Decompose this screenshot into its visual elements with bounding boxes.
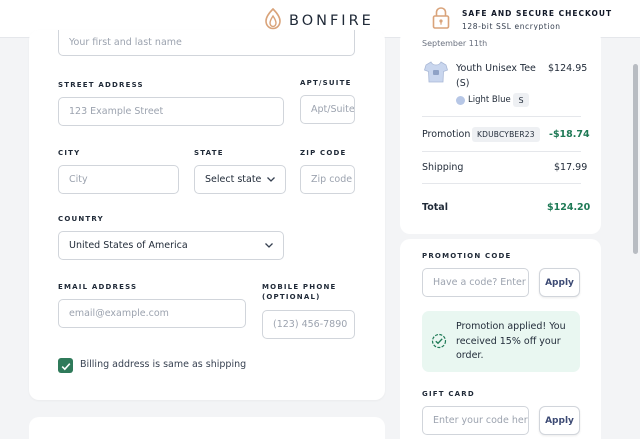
payment-card <box>29 417 385 439</box>
item-name: Youth Unisex Tee <box>456 63 536 74</box>
country-label: COUNTRY <box>58 215 104 223</box>
item-color-swatch <box>456 96 465 105</box>
total-label: Total <box>422 202 448 213</box>
mobile-phone-label: MOBILE PHONE <box>262 283 337 291</box>
check-icon <box>61 356 71 375</box>
email-input[interactable]: email@example.com <box>58 299 246 328</box>
item-size-badge: S <box>513 93 529 107</box>
promotion-label: Promotion <box>422 129 471 140</box>
billing-same-label[interactable]: Billing address is same as shipping <box>80 359 246 370</box>
promotion-code-label: PROMOTION CODE <box>422 252 512 260</box>
summary-divider <box>422 116 581 117</box>
summary-divider <box>422 151 581 152</box>
secure-title: SAFE AND SECURE CHECKOUT <box>462 9 613 18</box>
state-label: STATE <box>194 149 224 157</box>
promotion-code-badge: KDUBCYBER23 <box>472 127 540 142</box>
apt-suite-label: APT/SUITE <box>300 79 352 87</box>
street-address-label: STREET ADDRESS <box>58 81 144 89</box>
promotion-success-alert: Promotion applied! You received 15% off … <box>422 311 580 372</box>
city-label: CITY <box>58 149 81 157</box>
summary-divider <box>422 183 581 184</box>
street-address-input[interactable]: 123 Example Street <box>58 97 284 126</box>
brand-name: BONFIRE <box>289 13 374 29</box>
city-input[interactable]: City <box>58 165 179 194</box>
scrollbar-thumb[interactable] <box>633 64 638 254</box>
zip-code-label: ZIP CODE <box>300 149 347 157</box>
item-color-name: Light Blue <box>468 95 511 105</box>
chevron-down-icon <box>264 241 274 252</box>
apply-promotion-button[interactable]: Apply <box>539 268 580 297</box>
item-name-size: (S) <box>456 78 470 89</box>
mobile-phone-optional-label: (OPTIONAL) <box>262 293 321 301</box>
billing-same-checkbox[interactable] <box>58 358 73 373</box>
mobile-phone-input[interactable]: (123) 456-7890 <box>262 310 355 339</box>
country-select-value: United States of America <box>69 240 188 251</box>
promotion-success-message: Promotion applied! You received 15% off … <box>456 321 566 361</box>
email-label: EMAIL ADDRESS <box>58 283 138 291</box>
total-amount: $124.20 <box>547 202 591 213</box>
apt-suite-input[interactable]: Apt/Suite <box>300 95 355 124</box>
shipping-label: Shipping <box>422 162 464 173</box>
gift-card-label: GIFT CARD <box>422 390 475 398</box>
item-price: $124.95 <box>548 63 588 74</box>
order-date: September 11th <box>422 39 488 48</box>
promotion-code-input[interactable]: Have a code? Enter <box>422 268 529 297</box>
state-select-value: Select state <box>205 174 262 185</box>
country-select[interactable]: United States of America <box>58 231 284 260</box>
shipping-amount: $17.99 <box>554 162 588 173</box>
state-select[interactable]: Select state <box>194 165 286 194</box>
chevron-down-icon <box>266 175 276 186</box>
check-circle-icon <box>431 333 447 353</box>
gift-card-input[interactable]: Enter your code her <box>422 406 529 435</box>
zip-code-input[interactable]: Zip code <box>300 165 355 194</box>
promotion-amount: -$18.74 <box>549 129 590 140</box>
full-name-input[interactable]: Your first and last name <box>58 30 355 56</box>
apply-gift-card-button[interactable]: Apply <box>539 406 580 435</box>
tshirt-icon <box>424 61 448 87</box>
